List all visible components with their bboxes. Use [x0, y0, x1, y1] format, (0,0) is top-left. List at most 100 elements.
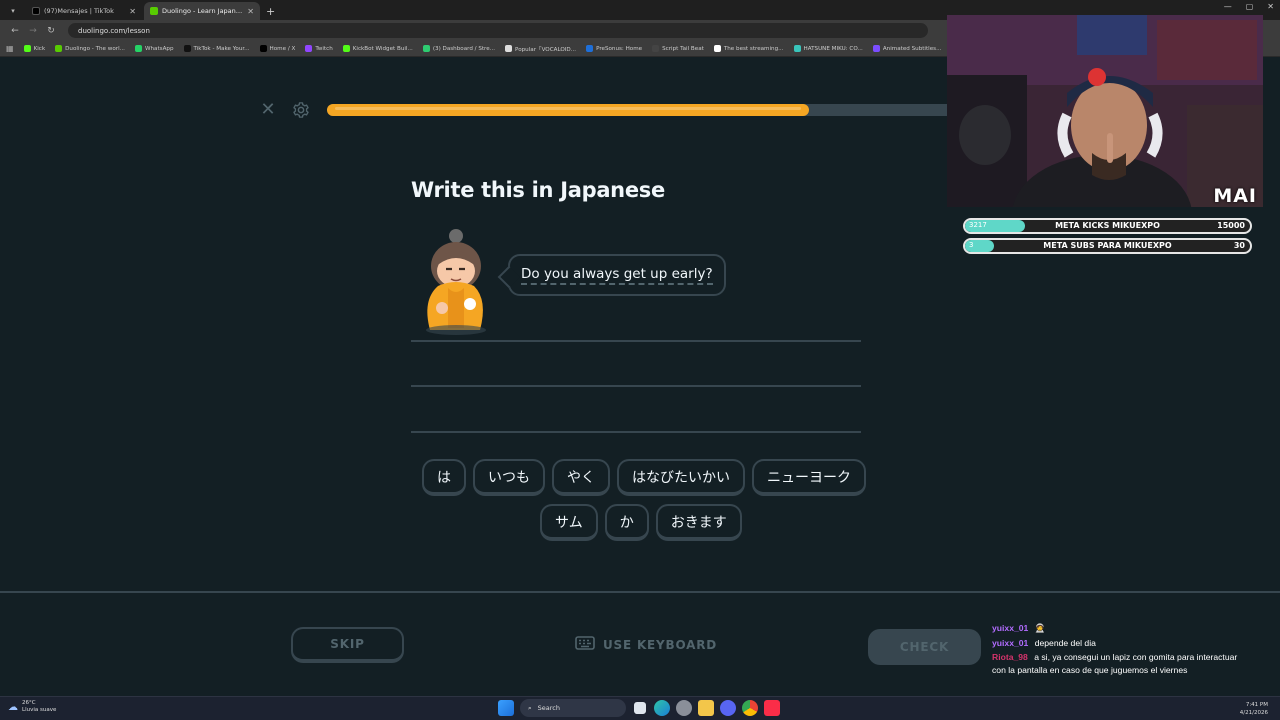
tiktok-icon [32, 7, 40, 15]
close-tab-icon[interactable]: ✕ [125, 7, 136, 16]
close-lesson-icon[interactable]: ✕ [259, 101, 277, 119]
bookmark-favicon-icon [793, 45, 801, 52]
task-view-icon[interactable] [634, 702, 646, 714]
settings-app-icon[interactable] [676, 700, 692, 716]
bookmark-label: Duolingo - The worl... [65, 45, 125, 52]
word-bank-row: サムかおきます [540, 504, 742, 541]
bookmark-favicon-icon [422, 45, 430, 52]
bookmark-item[interactable]: TikTok - Make Your... [183, 45, 250, 52]
word-chip[interactable]: は [422, 459, 466, 496]
bookmark-item[interactable]: (3) Dashboard / Stre... [422, 45, 496, 52]
screen: ▾ (97)Mensajes | TikTok ✕ Duolingo - Lea… [0, 0, 1280, 720]
word-chip[interactable]: おきます [655, 504, 742, 541]
bookmark-item[interactable]: HATSUNE MIKU: CO... [793, 45, 863, 52]
chat-text: 🧑‍🚀 [1034, 623, 1046, 633]
windows-start-icon[interactable] [498, 700, 514, 716]
bookmark-item[interactable]: Twitch [305, 45, 333, 52]
word-chip[interactable]: サム [540, 504, 598, 541]
bookmark-label: Popular「VOCALOID... [515, 46, 577, 53]
skip-button[interactable]: SKIP [291, 627, 404, 663]
taskbar-clock[interactable]: 7:41 PM 4/21/2026 [1240, 701, 1268, 717]
bookmark-item[interactable]: KickBot Widget Buil... [342, 45, 413, 52]
taskbar: ☁ 26°C Lluvia suave ⌕ Search 7:41 PM 4/2… [0, 696, 1280, 720]
taskbar-apps: ⌕ Search [498, 699, 780, 717]
taskbar-search-label: Search [537, 704, 560, 712]
goal-label: META SUBS PARA MIKUEXPO [1043, 241, 1172, 250]
goal-bar-subs: 3 META SUBS PARA MIKUEXPO 30 [963, 238, 1252, 254]
challenge-title: Write this in Japanese [411, 178, 665, 202]
bookmark-favicon-icon [342, 45, 350, 52]
bookmark-favicon-icon [23, 45, 31, 52]
word-chip[interactable]: ニューヨーク [752, 459, 866, 496]
chrome-icon[interactable] [742, 700, 758, 716]
bookmark-item[interactable]: Popular「VOCALOID... [505, 45, 576, 53]
goal-bar-kicks: 3217 META KICKS MIKUEXPO 15000 [963, 218, 1252, 234]
new-tab-icon[interactable]: + [266, 5, 275, 18]
reload-icon[interactable]: ↻ [42, 26, 60, 36]
tab-title: Duolingo - Learn Japanese with ... [162, 7, 244, 15]
chat-message: yuixx_01 🧑‍🚀 [992, 622, 1242, 635]
bookmark-item[interactable]: WhatsApp [134, 45, 174, 52]
close-window-icon[interactable]: ✕ [1267, 2, 1274, 11]
goal-target: 30 [1233, 241, 1245, 250]
bookmark-item[interactable]: Script Tail Beat [652, 45, 704, 52]
music-app-icon[interactable] [764, 700, 780, 716]
bookmark-item[interactable]: PreSonus: Home [586, 45, 642, 52]
file-explorer-icon[interactable] [698, 700, 714, 716]
maximize-icon[interactable]: ▢ [1246, 2, 1254, 11]
chat-message: Riota_98 a si, ya consegui un lapiz con … [992, 651, 1242, 676]
word-chip[interactable]: やく [552, 459, 610, 496]
lesson-progress-fill [327, 104, 809, 116]
chat-username: yuixx_01 [992, 637, 1029, 648]
word-chip[interactable]: はなびたいかい [617, 459, 745, 496]
answer-line [411, 340, 861, 342]
taskbar-search[interactable]: ⌕ Search [520, 699, 626, 717]
edge-icon[interactable] [654, 700, 670, 716]
chat-text: depende del dia [1034, 637, 1096, 648]
forward-icon[interactable]: → [24, 26, 42, 36]
bookmark-item[interactable]: Duolingo - The worl... [55, 45, 125, 52]
bookmark-item[interactable]: The best streaming... [713, 45, 784, 52]
discord-icon[interactable] [720, 700, 736, 716]
word-chip[interactable]: いつも [473, 459, 545, 496]
back-icon[interactable]: ← [6, 26, 24, 36]
search-icon: ⌕ [528, 703, 532, 712]
bookmark-favicon-icon [713, 45, 721, 52]
bookmark-favicon-icon [872, 45, 880, 52]
bookmark-label: PreSonus: Home [596, 45, 643, 52]
bookmark-label: Animated Subtitles... [882, 45, 942, 52]
bookmark-label: WhatsApp [144, 45, 174, 52]
close-tab-icon[interactable]: ✕ [243, 7, 254, 16]
bookmark-label: (3) Dashboard / Stre... [432, 45, 496, 52]
bookmark-item[interactable]: Kick [23, 45, 45, 52]
check-button[interactable]: CHECK [868, 629, 981, 665]
bookmark-label: TikTok - Make Your... [193, 45, 250, 52]
bookmark-item[interactable]: Animated Subtitles... [872, 45, 942, 52]
bookmark-favicon-icon [55, 45, 63, 52]
url-field[interactable]: duolingo.com/lesson [68, 23, 928, 38]
minimize-icon[interactable]: — [1224, 2, 1232, 11]
bookmark-label: HATSUNE MIKU: CO... [803, 45, 863, 52]
prompt-text[interactable]: Do you always get up early? [521, 266, 713, 285]
bookmark-item[interactable]: Home / X [259, 45, 295, 52]
weather-desc: Lluvia suave [22, 707, 57, 713]
answer-line [411, 431, 861, 433]
url-text: duolingo.com/lesson [78, 26, 150, 35]
tab-search-icon[interactable]: ▾ [6, 4, 20, 18]
word-chip[interactable]: か [604, 504, 649, 541]
stream-watermark: MAI [1213, 185, 1257, 207]
tab-duolingo[interactable]: Duolingo - Learn Japanese with ... ✕ [144, 2, 260, 20]
settings-gear-icon[interactable] [292, 101, 310, 119]
goal-target: 15000 [1217, 221, 1245, 230]
bookmark-label: KickBot Widget Buil... [352, 45, 413, 52]
answer-line [411, 385, 861, 387]
bookmark-favicon-icon [134, 45, 142, 52]
bookmark-label: Twitch [315, 45, 333, 52]
apps-icon[interactable]: ▦ [6, 44, 14, 53]
tab-tiktok[interactable]: (97)Mensajes | TikTok ✕ [26, 2, 142, 20]
weather-widget[interactable]: ☁ 26°C Lluvia suave [8, 700, 56, 714]
use-keyboard-button[interactable]: USE KEYBOARD [575, 636, 717, 653]
use-keyboard-label: USE KEYBOARD [603, 637, 718, 652]
lesson-progress-bar [327, 104, 987, 116]
chat-username: yuixx_01 [992, 623, 1029, 633]
